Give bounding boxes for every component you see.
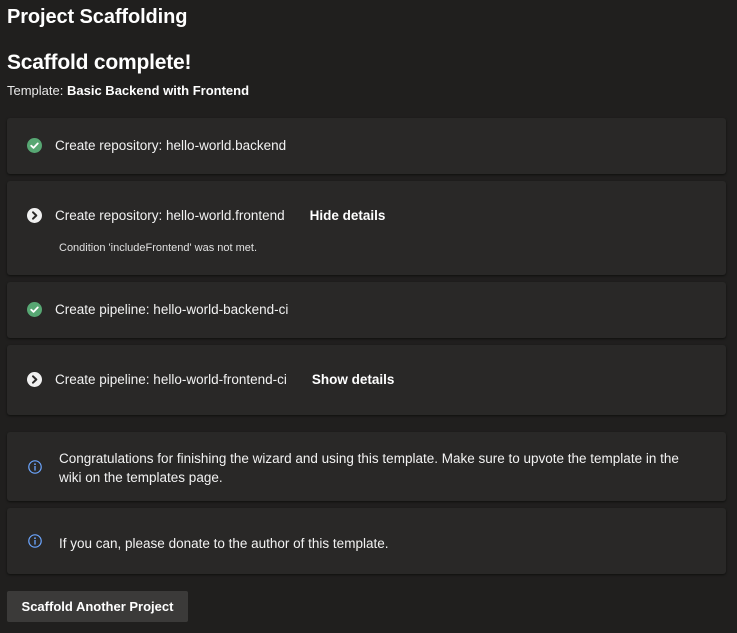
info-message-text: Congratulations for finishing the wizard…: [59, 451, 679, 485]
hide-details-link[interactable]: Hide details: [310, 208, 386, 223]
step-label: Create pipeline: hello-world-backend-ci: [55, 302, 289, 317]
step-row: Create repository: hello-world.frontend …: [27, 208, 385, 223]
step-card-create-backend-pipeline: Create pipeline: hello-world-backend-ci: [7, 282, 726, 338]
step-detail-text: Condition 'includeFrontend' was not met.: [59, 242, 258, 254]
info-message-donate: If you can, please donate to the author …: [7, 508, 726, 574]
check-circle-icon: [27, 138, 42, 153]
template-line: Template: Basic Backend with Frontend: [7, 83, 249, 98]
step-card-create-frontend-repo: Create repository: hello-world.frontend …: [7, 181, 726, 275]
show-details-link[interactable]: Show details: [312, 372, 395, 387]
step-label: Create repository: hello-world.frontend: [55, 208, 285, 223]
info-icon: [28, 534, 42, 548]
step-label: Create repository: hello-world.backend: [55, 138, 287, 153]
step-card-create-backend-repo: Create repository: hello-world.backend: [7, 118, 726, 174]
check-circle-icon: [27, 302, 42, 317]
step-card-create-frontend-pipeline: Create pipeline: hello-world-frontend-ci…: [7, 345, 726, 415]
skip-circle-icon: [27, 372, 42, 387]
info-message-text: If you can, please donate to the author …: [59, 536, 389, 551]
info-message-congratulations: Congratulations for finishing the wizard…: [7, 432, 726, 501]
step-row: Create repository: hello-world.backend: [27, 138, 286, 153]
info-icon: [28, 460, 42, 474]
scaffold-another-project-button[interactable]: Scaffold Another Project: [7, 591, 188, 622]
skip-circle-icon: [27, 208, 42, 223]
scaffold-heading: Scaffold complete!: [7, 51, 192, 74]
step-row: Create pipeline: hello-world-backend-ci: [27, 302, 288, 317]
template-label: Template:: [7, 83, 64, 98]
step-label: Create pipeline: hello-world-frontend-ci: [55, 372, 287, 387]
page-title: Project Scaffolding: [7, 6, 188, 28]
step-row: Create pipeline: hello-world-frontend-ci…: [27, 372, 394, 387]
template-name: Basic Backend with Frontend: [67, 83, 250, 98]
